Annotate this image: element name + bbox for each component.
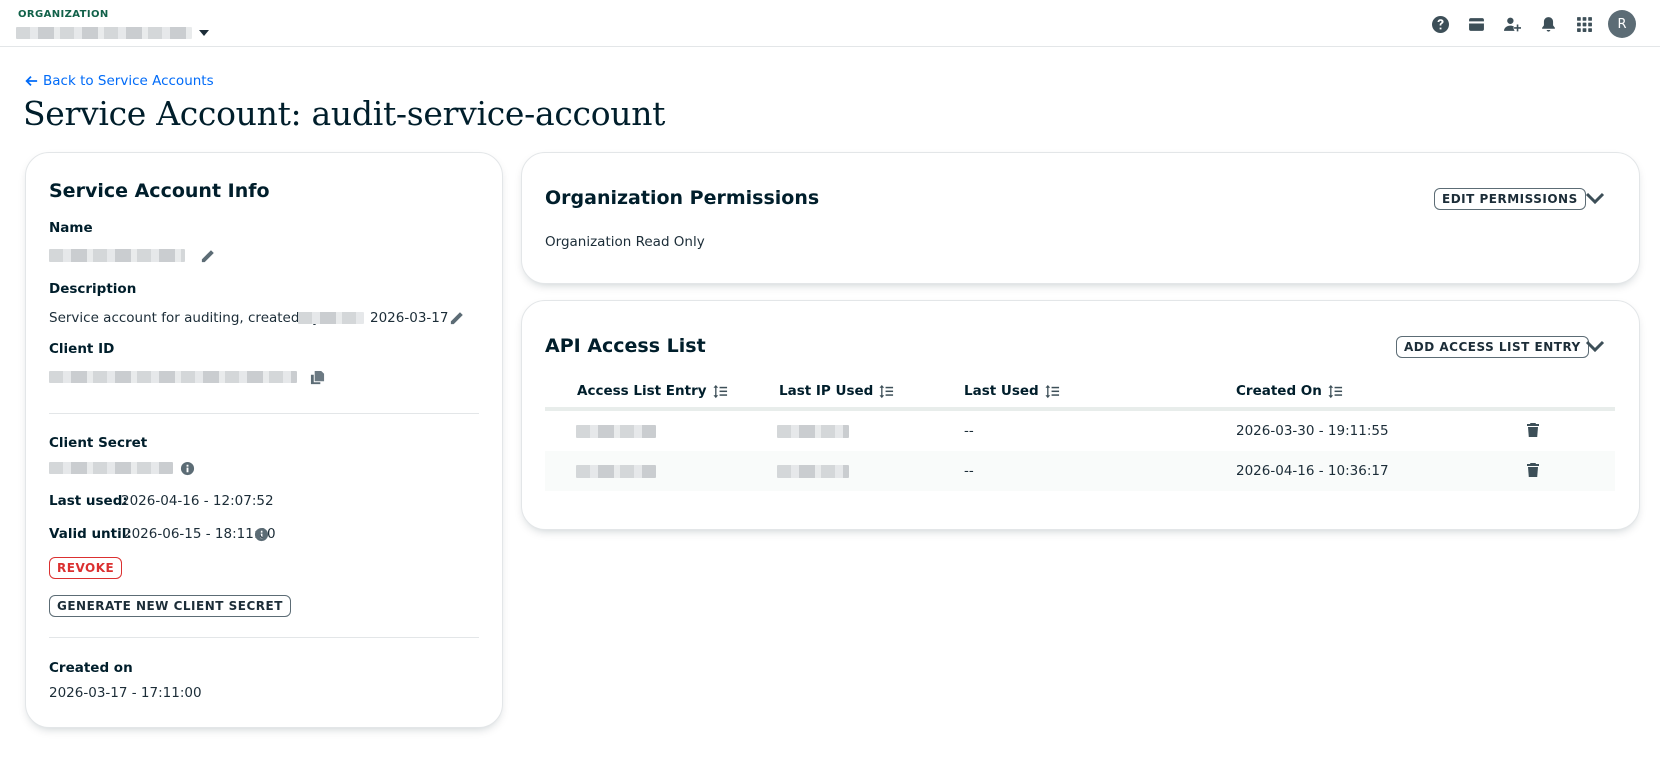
revoke-button[interactable]: REVOKE xyxy=(49,557,123,579)
info-divider-2 xyxy=(49,637,479,638)
info-divider-1 xyxy=(49,413,479,414)
permissions-chevron-down-icon[interactable] xyxy=(1583,186,1607,210)
created-on-cell: 2026-04-16 - 10:36:17 xyxy=(1236,463,1389,479)
name-label: Name xyxy=(49,220,93,236)
created-on-label: Created on xyxy=(49,660,133,676)
back-link-label: Back to Service Accounts xyxy=(43,73,214,89)
valid-until-label: Valid until: xyxy=(49,526,132,542)
apps-grid-icon[interactable] xyxy=(1566,10,1602,38)
back-to-service-accounts-link[interactable]: Back to Service Accounts xyxy=(24,73,214,89)
info-card-title: Service Account Info xyxy=(49,180,270,202)
client-id-value-redacted xyxy=(49,371,297,383)
edit-name-pencil-icon[interactable] xyxy=(198,247,216,265)
invite-user-icon[interactable] xyxy=(1494,10,1530,38)
permissions-value: Organization Read Only xyxy=(545,234,705,250)
user-avatar[interactable]: R xyxy=(1608,10,1636,38)
edit-description-pencil-icon[interactable] xyxy=(447,309,465,327)
api-card-title: API Access List xyxy=(545,335,706,357)
edit-permissions-button[interactable]: EDIT PERMISSIONS xyxy=(1434,188,1586,210)
column-last-used[interactable]: Last Used xyxy=(964,383,1060,399)
top-icons-group: R xyxy=(1422,10,1636,38)
column-last-ip-used[interactable]: Last IP Used xyxy=(779,383,894,399)
description-text: Service account for auditing, created by xyxy=(49,310,321,326)
last-used-value: 2026-04-16 - 12:07:52 xyxy=(121,493,274,509)
last-used-cell: -- xyxy=(964,423,974,439)
sort-icon xyxy=(1045,384,1059,398)
column-label: Last IP Used xyxy=(779,383,874,399)
delete-trash-icon[interactable] xyxy=(1525,422,1541,438)
last-used-label: Last used: xyxy=(49,493,128,509)
description-label: Description xyxy=(49,281,137,297)
top-navigation-bar: ORGANIZATION R xyxy=(0,0,1660,47)
column-label: Created On xyxy=(1236,383,1322,399)
api-chevron-down-icon[interactable] xyxy=(1583,334,1607,358)
last-ip-redacted xyxy=(777,465,849,478)
table-header: Access List Entry Last IP Used Last Used… xyxy=(545,369,1615,411)
add-access-list-entry-button[interactable]: ADD ACCESS LIST ENTRY xyxy=(1396,336,1589,358)
access-entry-redacted xyxy=(576,425,656,438)
permissions-card-title: Organization Permissions xyxy=(545,187,820,209)
column-access-list-entry[interactable]: Access List Entry xyxy=(577,383,728,399)
client-secret-info-icon[interactable] xyxy=(178,459,196,477)
caret-down-icon xyxy=(199,30,209,36)
column-created-on[interactable]: Created On xyxy=(1236,383,1343,399)
page-title: Service Account: audit-service-account xyxy=(23,94,666,133)
access-entry-redacted xyxy=(576,465,656,478)
help-icon[interactable] xyxy=(1422,10,1458,38)
service-account-info-card: Service Account Info Name Description Se… xyxy=(25,152,503,728)
sort-icon xyxy=(1328,384,1342,398)
access-list-table: Access List Entry Last IP Used Last Used… xyxy=(545,369,1615,491)
copy-client-id-icon[interactable] xyxy=(308,368,326,386)
valid-until-info-icon[interactable] xyxy=(252,525,270,543)
sort-icon xyxy=(713,384,727,398)
generate-new-client-secret-button[interactable]: GENERATE NEW CLIENT SECRET xyxy=(49,595,291,617)
table-row: -- 2026-03-30 - 19:11:55 xyxy=(545,411,1615,451)
arrow-left-icon xyxy=(25,76,38,86)
notifications-bell-icon[interactable] xyxy=(1530,10,1566,38)
column-label: Access List Entry xyxy=(577,383,707,399)
last-ip-redacted xyxy=(777,425,849,438)
description-date: 2026-03-17 xyxy=(370,310,449,326)
created-on-cell: 2026-03-30 - 19:11:55 xyxy=(1236,423,1389,439)
table-row: -- 2026-04-16 - 10:36:17 xyxy=(545,451,1615,491)
api-access-list-card: API Access List ADD ACCESS LIST ENTRY Ac… xyxy=(521,300,1640,530)
client-secret-label: Client Secret xyxy=(49,435,148,451)
sort-icon xyxy=(879,384,894,398)
name-value-redacted xyxy=(49,249,185,262)
organization-selector[interactable] xyxy=(16,25,209,41)
delete-trash-icon[interactable] xyxy=(1525,462,1541,478)
column-label: Last Used xyxy=(964,383,1039,399)
organization-name-redacted xyxy=(16,27,192,39)
organization-permissions-card: Organization Permissions EDIT PERMISSION… xyxy=(521,152,1640,284)
created-on-value: 2026-03-17 - 17:11:00 xyxy=(49,685,202,701)
last-used-cell: -- xyxy=(964,463,974,479)
organization-label: ORGANIZATION xyxy=(18,9,109,20)
billing-card-icon[interactable] xyxy=(1458,10,1494,38)
client-id-label: Client ID xyxy=(49,341,115,357)
client-secret-value-redacted xyxy=(49,462,173,474)
description-author-redacted xyxy=(298,312,364,324)
